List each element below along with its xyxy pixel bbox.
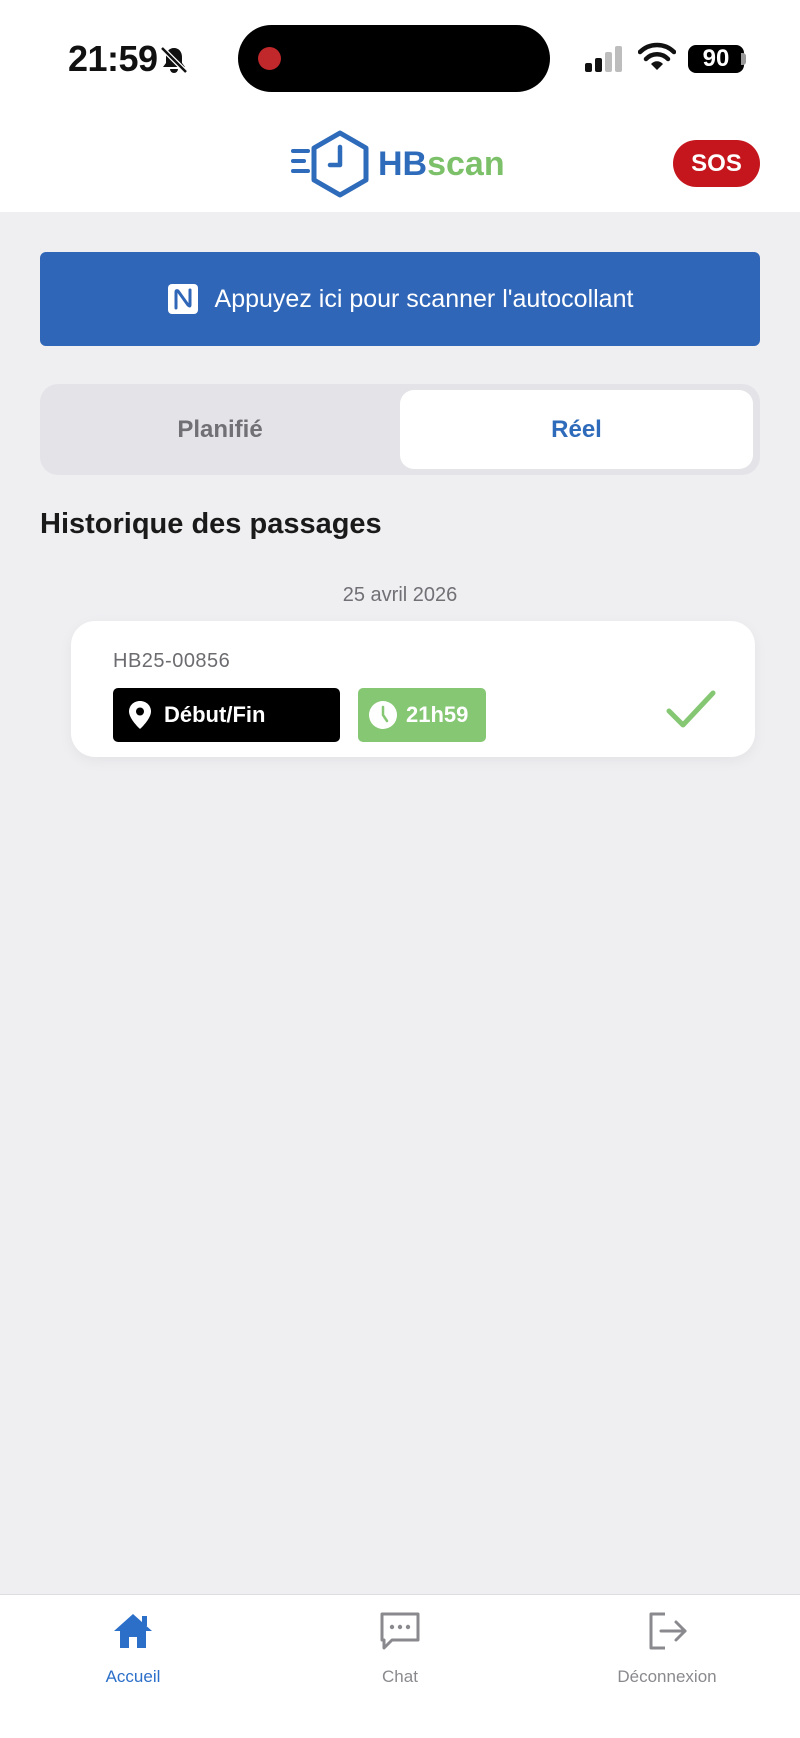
location-badge: Début/Fin [113, 688, 340, 742]
tab-planifie[interactable]: Planifié [46, 390, 394, 469]
nav-accueil-label: Accueil [105, 1667, 161, 1686]
cellular-signal-icon [585, 46, 622, 72]
location-pin-icon [129, 701, 151, 729]
recording-indicator [258, 47, 281, 70]
nav-chat-label: Chat [382, 1667, 418, 1686]
time-label: 21h59 [406, 702, 469, 727]
dynamic-island [238, 25, 550, 92]
section-title: Historique des passages [40, 508, 382, 540]
sos-button[interactable]: SOS [673, 140, 760, 187]
wifi-icon [638, 42, 676, 70]
logo-text-hb: HB [378, 144, 428, 183]
passage-id: HB25-00856 [113, 650, 231, 672]
nav-deconnexion-label: Déconnexion [617, 1667, 717, 1686]
nav-chat[interactable]: Chat [300, 1609, 500, 1709]
battery-tip [741, 53, 746, 65]
home-icon [114, 1614, 152, 1648]
scan-sticker-label: Appuyez ici pour scanner l'autocollant [214, 284, 634, 313]
status-time: 21:59 [68, 38, 158, 79]
status-bar: 21:59 90 [0, 0, 800, 115]
clock-icon [369, 701, 397, 729]
logo-text-scan: scan [427, 144, 505, 183]
passage-card[interactable]: HB25-00856 Début/Fin 21h59 [71, 621, 755, 757]
logout-icon [649, 1612, 687, 1650]
checkmark-icon [666, 690, 716, 728]
tab-reel[interactable]: Réel [400, 390, 753, 469]
nav-accueil[interactable]: Accueil [33, 1609, 233, 1709]
logo-text: HBscan [378, 145, 505, 184]
chat-icon [380, 1612, 420, 1650]
bell-muted-icon [160, 46, 188, 74]
date-group-header: 25 avril 2026 [342, 584, 458, 606]
logo-hexagon-clock-icon [291, 130, 369, 198]
app-header: HBscan SOS [0, 115, 800, 212]
bottom-tab-bar: Accueil Chat Déconnexion [0, 1594, 800, 1738]
battery-indicator: 90 [688, 45, 744, 73]
time-badge: 21h59 [358, 688, 486, 742]
nfc-icon [167, 284, 198, 314]
location-label: Début/Fin [164, 702, 266, 727]
scan-sticker-button[interactable]: Appuyez ici pour scanner l'autocollant [40, 252, 760, 346]
nav-deconnexion[interactable]: Déconnexion [567, 1609, 767, 1709]
view-segmented-control: Planifié Réel [40, 384, 760, 475]
hbscan-logo: HBscan [290, 129, 520, 199]
